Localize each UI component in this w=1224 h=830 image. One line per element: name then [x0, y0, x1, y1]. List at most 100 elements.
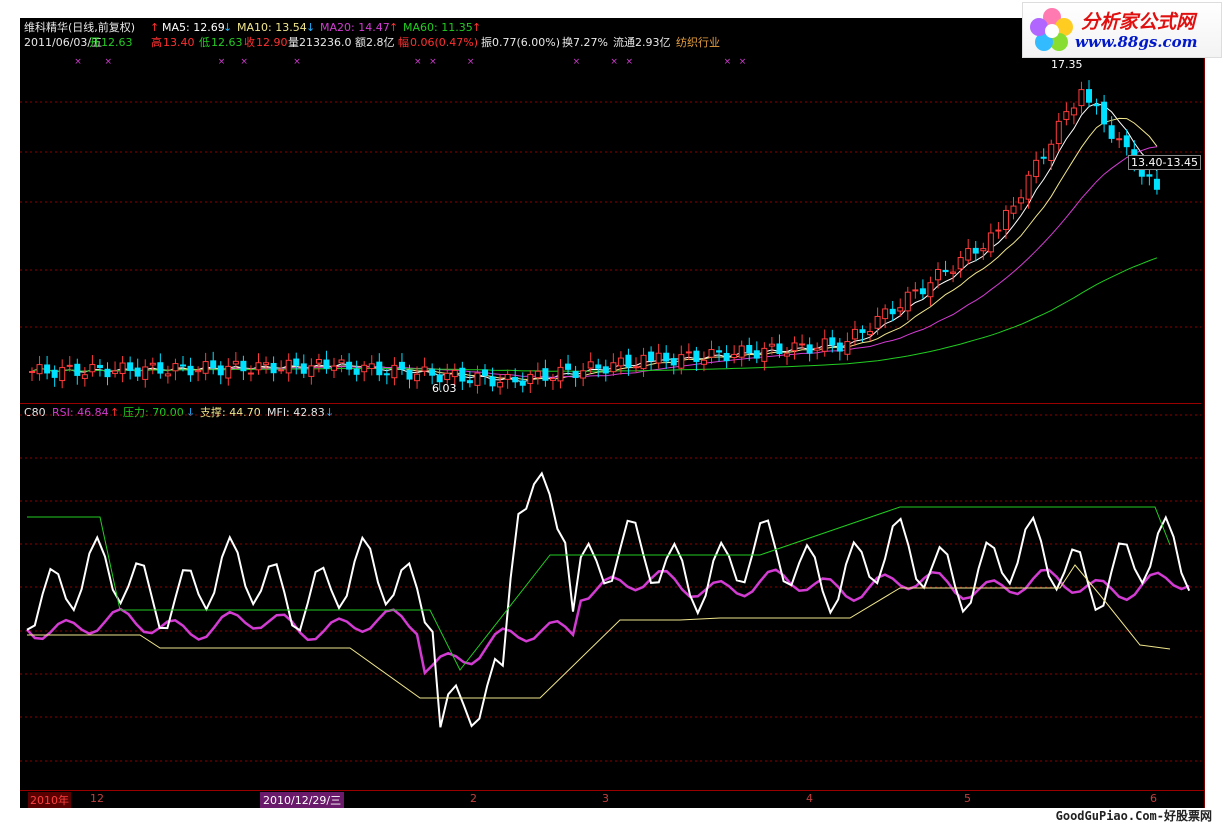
axis-tick-label: 3 [602, 792, 609, 805]
axis-tick-label: 4 [806, 792, 813, 805]
ma20-line [31, 146, 1158, 378]
low-price-annotation: 6.03 [432, 382, 457, 395]
ma5-down-arrow-icon: ↓ [223, 21, 233, 34]
candle-body [278, 369, 285, 372]
candle-body [1010, 205, 1017, 214]
candle-body [935, 268, 941, 281]
price-chart[interactable]: × × × × × × × × × × × × × [20, 50, 1201, 402]
candle-body [1116, 138, 1123, 141]
candle-body [663, 352, 670, 362]
candle-body [542, 368, 549, 381]
candle-body [323, 359, 330, 369]
candle-body [187, 365, 194, 376]
candle-body [436, 374, 443, 383]
candle-body [602, 366, 609, 374]
industry-value: 纺织行业 [676, 36, 720, 49]
rsi-line [26, 568, 1190, 676]
candle-body [459, 367, 466, 382]
candle-body [655, 352, 662, 364]
axis-cursor-date: 2010/12/29/三 [260, 792, 345, 808]
candle-body [549, 378, 556, 381]
flower-logo-icon [1030, 8, 1073, 51]
candle-body [247, 372, 254, 375]
indicator-chart[interactable] [20, 405, 1201, 790]
candle-body [685, 351, 692, 354]
candle-body [942, 269, 949, 273]
candle-body [74, 363, 81, 376]
candle-body [965, 248, 972, 261]
candle-body [738, 345, 745, 358]
turnover-value: 换7.27% [562, 36, 608, 49]
candle-body [482, 369, 488, 376]
high-label: 高 [151, 36, 162, 49]
axis-year-label: 2010年 [28, 792, 71, 808]
candle-body [987, 232, 994, 253]
ma10-down-arrow-icon: ↓ [306, 21, 316, 34]
candle-body [610, 362, 617, 373]
candle-body [112, 370, 119, 374]
candle-body [414, 373, 421, 382]
candle-body [149, 362, 156, 366]
candle-body [1093, 104, 1100, 107]
candle-body [368, 363, 375, 370]
support-line [27, 564, 1171, 699]
candle-body [1153, 178, 1160, 190]
signal-marker-icon: × [105, 57, 113, 67]
candle-body [512, 376, 519, 383]
candle-body [172, 363, 179, 372]
candle-body [844, 341, 851, 355]
candle-body [504, 373, 511, 380]
logo-title: 分析家公式网 [1081, 11, 1196, 33]
cursor-price-label: 13.40-13.45 [1128, 155, 1201, 170]
candle-body [1078, 89, 1085, 107]
candle-body [383, 373, 390, 376]
candle-body [519, 380, 526, 386]
candle-body [859, 329, 866, 333]
candle-body [595, 364, 602, 369]
ma20-up-arrow-icon: ↑ [389, 21, 399, 34]
candle-body [255, 362, 262, 371]
stock-title: 维科精华(日线,前复权) [24, 21, 136, 34]
signal-marker-icon: × [293, 57, 301, 67]
candle-body [927, 282, 934, 298]
candle-body [119, 362, 126, 375]
panel-divider [20, 403, 1201, 404]
footer-watermark: GoodGuPiao.Com-好股票网 [1055, 809, 1212, 823]
candle-body [1025, 174, 1032, 200]
ma20-label: MA20: 14.47 [320, 21, 390, 34]
ma5-label: MA5: 12.69 [162, 21, 225, 34]
axis-tick-label: 6 [1150, 792, 1157, 805]
time-axis[interactable]: 2010年 12 2010/12/29/三 2 3 4 5 6 [20, 790, 1204, 808]
candle-body [814, 347, 821, 351]
candle-body [851, 328, 858, 340]
candle-body [104, 368, 111, 378]
axis-tick-label: 2 [470, 792, 477, 805]
candle-body [716, 350, 723, 353]
candle-body [66, 364, 73, 367]
candle-body [700, 359, 707, 365]
candle-body [836, 342, 843, 352]
ma60-up-arrow-icon: ↑ [472, 21, 482, 34]
signal-marker-icon: × [724, 57, 732, 67]
candle-body [51, 369, 58, 378]
candle-body [308, 365, 315, 377]
candle-body [391, 364, 398, 379]
candle-body [210, 360, 217, 369]
candle-body [534, 370, 541, 379]
candle-body [406, 369, 413, 380]
candle-body [678, 354, 685, 369]
candle-body [1086, 89, 1092, 103]
candle-body [240, 360, 247, 372]
candle-body [361, 364, 368, 373]
high-price-annotation: 17.35 [1051, 58, 1083, 71]
candle-body [1146, 174, 1153, 177]
candle-body [429, 369, 436, 376]
candle-body [127, 362, 134, 371]
candle-body [451, 369, 458, 378]
candle-body [980, 248, 987, 252]
candle-body [821, 338, 828, 352]
candle-body [1018, 197, 1025, 204]
candle-body [731, 353, 738, 358]
candle-body [723, 352, 730, 362]
candle-body [640, 354, 647, 370]
